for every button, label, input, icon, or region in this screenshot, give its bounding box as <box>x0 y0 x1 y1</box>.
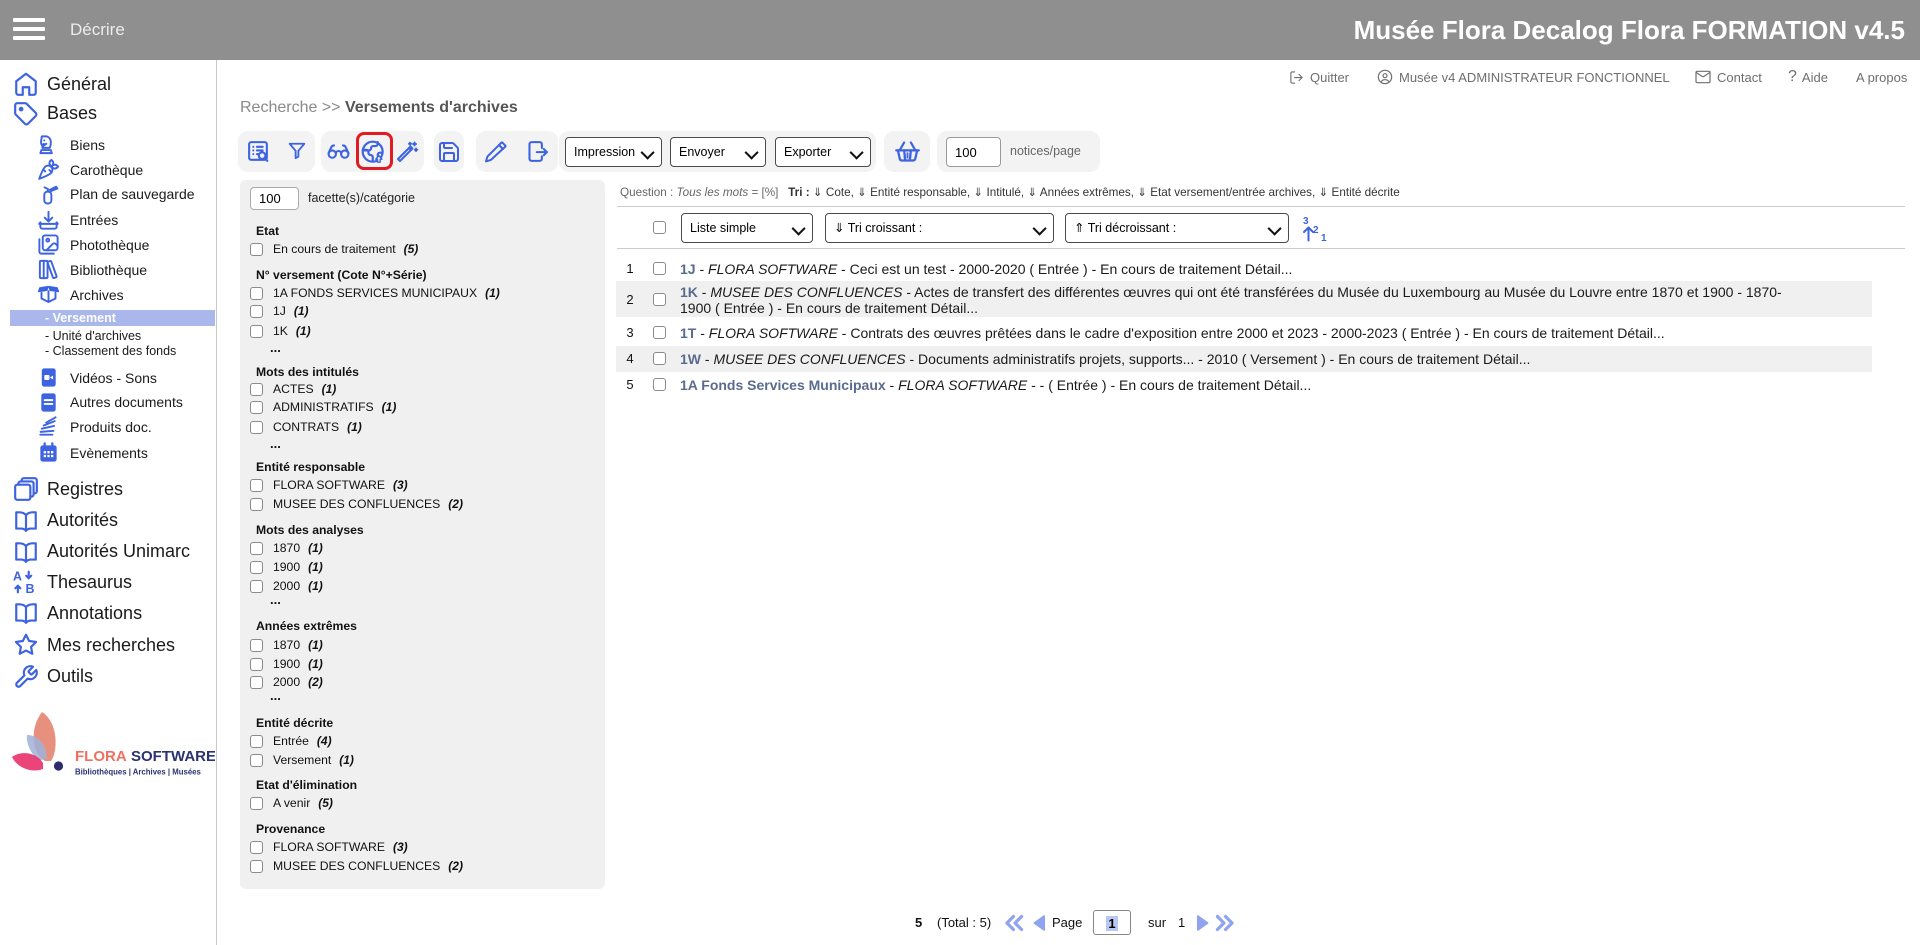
svg-text:3: 3 <box>1303 216 1309 227</box>
svg-text:B: B <box>25 582 34 595</box>
svg-text:SOFTWARE: SOFTWARE <box>131 748 215 765</box>
svg-text:FLORA: FLORA <box>75 748 127 765</box>
svg-text:A: A <box>13 569 22 583</box>
svg-text:2: 2 <box>1313 225 1319 236</box>
svg-text:Bibliothèques | Archives | Mus: Bibliothèques | Archives | Musées <box>75 768 201 777</box>
svg-text:1: 1 <box>1321 233 1327 243</box>
